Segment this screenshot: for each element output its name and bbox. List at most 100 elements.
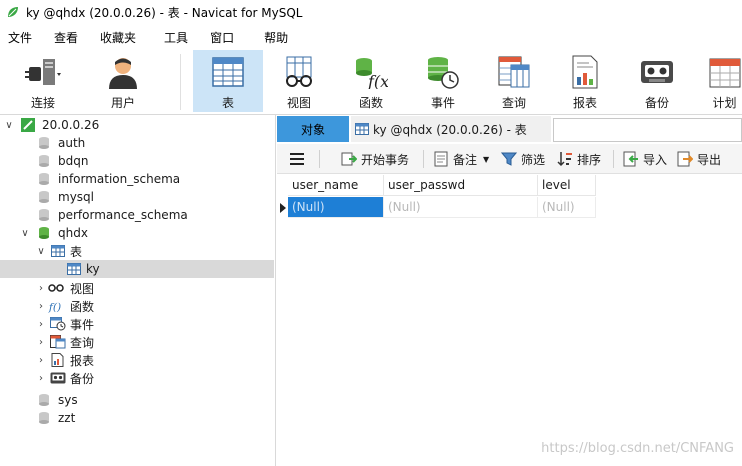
report-icon	[50, 352, 66, 368]
import-button[interactable]: 导入	[623, 149, 667, 169]
tree-db-sys[interactable]: sys	[0, 391, 274, 409]
tree-events-node[interactable]: › 事件	[0, 315, 274, 333]
event-label: 事件	[430, 96, 455, 110]
schedule-label: 计划	[712, 96, 737, 110]
menu-tools[interactable]: 工具	[148, 29, 200, 46]
tree-table-ky[interactable]: ky	[0, 260, 274, 278]
sort-button[interactable]: 排序	[557, 149, 601, 169]
chevron-down-icon[interactable]: ∨	[4, 120, 14, 131]
tree-db-information-schema[interactable]: information_schema	[0, 170, 274, 188]
backup-button[interactable]: 备份	[622, 50, 692, 112]
view-icon	[48, 280, 64, 296]
navicat-logo-icon	[8, 7, 18, 17]
export-label: 导出	[697, 152, 722, 167]
table-icon	[210, 54, 246, 90]
tree-queries-node[interactable]: › 查询	[0, 333, 274, 351]
dropdown-arrow-icon[interactable]: ▼	[483, 155, 489, 164]
table-icon	[50, 243, 66, 259]
function-icon: f()	[48, 298, 64, 314]
db-label: zzt	[58, 411, 76, 425]
menu-help[interactable]: 帮助	[246, 29, 300, 46]
toolbar-separator	[423, 150, 424, 168]
window-title: ky @qhdx (20.0.0.26) - 表 - Navicat for M…	[26, 5, 303, 20]
export-button[interactable]: 导出	[677, 149, 721, 169]
db-label: bdqn	[58, 154, 89, 168]
tree-db-qhdx[interactable]: ∨ qhdx	[0, 224, 274, 242]
note-button[interactable]: 备注 ▼	[433, 149, 489, 169]
menu-view[interactable]: 查看	[44, 29, 90, 46]
chevron-down-icon[interactable]: ∨	[20, 228, 30, 239]
column-header-level[interactable]: level	[538, 175, 596, 196]
note-icon	[433, 151, 449, 167]
tree-db-mysql[interactable]: mysql	[0, 188, 274, 206]
table-cell[interactable]: (Null)	[384, 197, 538, 218]
backup-icon	[639, 54, 675, 90]
tree-db-performance-schema[interactable]: performance_schema	[0, 206, 274, 224]
note-label: 备注	[453, 152, 478, 167]
import-label: 导入	[643, 152, 668, 167]
svg-text:f(x): f(x)	[367, 72, 388, 89]
db-label: qhdx	[58, 226, 88, 240]
menu-favorites[interactable]: 收藏夹	[90, 29, 148, 46]
chevron-right-icon[interactable]: ›	[36, 301, 46, 312]
user-button[interactable]: 用户	[88, 50, 158, 112]
tree-db-zzt[interactable]: zzt	[0, 409, 274, 427]
connection-icon	[20, 117, 36, 133]
menu-window[interactable]: 窗口	[200, 29, 246, 46]
tab-strip: 对象 ky @qhdx (20.0.0.26) - 表	[277, 116, 742, 142]
begin-transaction-icon	[341, 151, 357, 167]
table-button[interactable]: 表	[193, 50, 263, 112]
query-icon	[50, 334, 66, 350]
column-header-user-passwd[interactable]: user_passwd	[384, 175, 538, 196]
function-label: 函数	[358, 96, 383, 110]
report-button[interactable]: 报表	[550, 50, 620, 112]
backup-label: 备份	[644, 96, 669, 110]
tree-backups-node[interactable]: › 备份	[0, 369, 274, 387]
connect-button[interactable]: 连接	[8, 50, 78, 112]
watermark: https://blog.csdn.net/CNFANG	[541, 441, 734, 456]
user-label: 用户	[110, 96, 135, 110]
svg-text:f(): f()	[48, 300, 61, 313]
tree-functions-node[interactable]: › f() 函数	[0, 297, 274, 315]
schedule-button[interactable]: 计划	[693, 50, 742, 112]
database-icon	[36, 189, 52, 205]
chevron-right-icon[interactable]: ›	[36, 319, 46, 330]
tree-connection[interactable]: ∨ 20.0.0.26	[0, 116, 274, 134]
tree-db-auth[interactable]: auth	[0, 134, 274, 152]
toolbar-separator	[180, 54, 181, 110]
tree-tables-node[interactable]: ∨ 表	[0, 242, 274, 260]
menu-button[interactable]	[289, 149, 309, 169]
event-button[interactable]: 事件	[408, 50, 478, 112]
tab-ky-table[interactable]: ky @qhdx (20.0.0.26) - 表	[351, 116, 551, 142]
hamburger-icon	[289, 151, 305, 167]
column-header-user-name[interactable]: user_name	[288, 175, 384, 196]
function-button[interactable]: f(x) 函数	[336, 50, 406, 112]
db-label: performance_schema	[58, 208, 188, 222]
view-button[interactable]: 视图	[264, 50, 334, 112]
chevron-right-icon[interactable]: ›	[36, 283, 46, 294]
table-cell[interactable]: (Null)	[538, 197, 596, 218]
backup-icon	[50, 370, 66, 386]
chevron-right-icon[interactable]: ›	[36, 373, 46, 384]
functions-label: 函数	[70, 299, 95, 314]
begin-transaction-button[interactable]: 开始事务	[341, 149, 409, 169]
menu-file[interactable]: 文件	[0, 29, 44, 46]
table-cell[interactable]: (Null)	[288, 197, 384, 218]
tree-reports-node[interactable]: › 报表	[0, 351, 274, 369]
filter-button[interactable]: 筛选	[501, 149, 545, 169]
query-button[interactable]: 查询	[479, 50, 549, 112]
tab-objects[interactable]: 对象	[277, 116, 349, 142]
sort-icon	[557, 151, 573, 167]
chevron-down-icon[interactable]: ∨	[36, 246, 46, 257]
views-label: 视图	[70, 281, 95, 296]
begin-transaction-label: 开始事务	[361, 152, 410, 167]
table-label: 表	[221, 96, 234, 110]
tree-views-node[interactable]: › 视图	[0, 279, 274, 297]
title-bar: ky @qhdx (20.0.0.26) - 表 - Navicat for M…	[0, 0, 742, 24]
chevron-right-icon[interactable]: ›	[36, 355, 46, 366]
reports-label: 报表	[70, 353, 95, 368]
chevron-right-icon[interactable]: ›	[36, 337, 46, 348]
tab-ky-label: ky @qhdx (20.0.0.26) - 表	[373, 122, 527, 137]
database-icon	[36, 207, 52, 223]
tree-db-bdqn[interactable]: bdqn	[0, 152, 274, 170]
